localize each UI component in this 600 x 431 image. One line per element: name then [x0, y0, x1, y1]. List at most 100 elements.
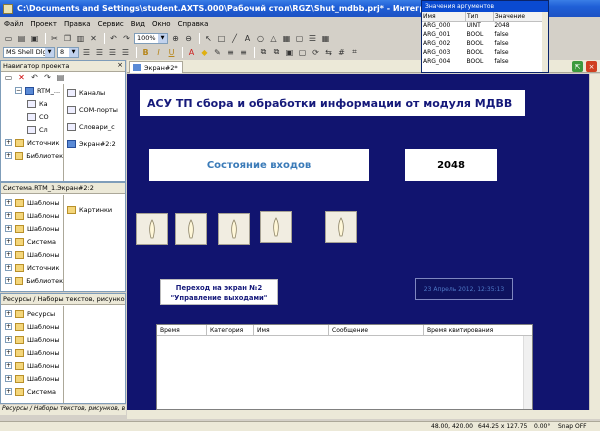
table-row[interactable]: ARG_003 BOOL false — [422, 48, 543, 57]
expand-icon[interactable]: + — [5, 277, 12, 284]
delete-icon[interactable]: ✕ — [16, 72, 27, 83]
justify-icon[interactable]: ☰ — [120, 47, 131, 58]
tree-item[interactable]: + Шаблоны — [1, 333, 63, 346]
ellipse-icon[interactable]: ○ — [255, 33, 266, 44]
tree-item[interactable]: Сл — [1, 123, 63, 136]
menu-file[interactable]: Файл — [4, 20, 23, 28]
bring-front-icon[interactable]: ⧉ — [258, 47, 269, 58]
column-header[interactable]: Время — [157, 325, 207, 335]
align-center-icon[interactable]: ☰ — [94, 47, 105, 58]
font-size-select[interactable]: 8 ▼ — [57, 46, 79, 58]
line-style-icon[interactable]: ≡ — [225, 47, 236, 58]
alarm-table[interactable]: Время Категория Имя Сообщение Время квит… — [156, 324, 533, 410]
tree-item[interactable]: + Шаблоны — [1, 209, 63, 222]
input-lamp-3[interactable] — [218, 213, 250, 245]
expand-icon[interactable]: + — [5, 310, 12, 317]
close-icon[interactable]: × — [117, 61, 123, 69]
expand-icon[interactable]: + — [5, 225, 12, 232]
close-icon[interactable]: × — [586, 61, 597, 72]
rotate-icon[interactable]: ⟳ — [310, 47, 321, 58]
image-icon[interactable]: ▦ — [281, 33, 292, 44]
screen-canvas[interactable]: АСУ ТП сбора и обработки информации от м… — [127, 74, 589, 410]
line-icon[interactable]: ╱ — [229, 33, 240, 44]
expand-icon[interactable]: + — [5, 238, 12, 245]
save-icon[interactable]: ▣ — [29, 33, 40, 44]
expand-icon[interactable]: + — [5, 139, 12, 146]
list-item[interactable]: Каналы — [64, 84, 125, 101]
button-icon[interactable]: ▢ — [294, 33, 305, 44]
tree-item[interactable]: + Шаблоны — [1, 196, 63, 209]
tree-item[interactable]: + Шаблоны — [1, 222, 63, 235]
line-width-icon[interactable]: ≡ — [238, 47, 249, 58]
undo-icon[interactable]: ↶ — [108, 33, 119, 44]
expand-icon[interactable]: + — [5, 152, 12, 159]
ungroup-icon[interactable]: ▢ — [297, 47, 308, 58]
expand-icon[interactable]: + — [5, 199, 12, 206]
properties-icon[interactable]: ▤ — [55, 72, 66, 83]
align-left-icon[interactable]: ☰ — [81, 47, 92, 58]
column-header[interactable]: Имя — [422, 12, 466, 22]
tree-item[interactable]: CO — [1, 110, 63, 123]
tab-screen-2[interactable]: Экран#2* — [129, 61, 183, 73]
table-icon[interactable]: ▦ — [320, 33, 331, 44]
italic-icon[interactable]: I — [153, 47, 164, 58]
polygon-icon[interactable]: △ — [268, 33, 279, 44]
new-icon[interactable]: ▭ — [3, 33, 14, 44]
table-row[interactable]: ARG_001 BOOL false — [422, 30, 543, 39]
bold-icon[interactable]: B — [140, 47, 151, 58]
list-item[interactable]: Экран#2:2 — [64, 135, 125, 152]
table-row[interactable]: ARG_002 BOOL false — [422, 39, 543, 48]
menu-view[interactable]: Вид — [131, 20, 145, 28]
tree-item[interactable]: + Система — [1, 235, 63, 248]
line-color-icon[interactable]: ✎ — [212, 47, 223, 58]
table-row[interactable]: ARG_000 UINT 2048 — [422, 21, 543, 30]
open-icon[interactable]: ▤ — [16, 33, 27, 44]
tree-item[interactable]: + Система — [1, 385, 63, 398]
flip-icon[interactable]: ⇆ — [323, 47, 334, 58]
tree-item[interactable]: Ка — [1, 97, 63, 110]
tree-item[interactable]: + Шаблоны — [1, 320, 63, 333]
goto-screen-2-button[interactable]: Переход на экран №2 "Управление выходами… — [160, 279, 278, 305]
redo-icon[interactable]: ↷ — [121, 33, 132, 44]
rect-icon[interactable]: □ — [216, 33, 227, 44]
menu-edit[interactable]: Правка — [64, 20, 91, 28]
column-header[interactable]: Тип — [465, 12, 494, 22]
input-lamp-5[interactable] — [325, 211, 357, 243]
group-icon[interactable]: ▣ — [284, 47, 295, 58]
tree-item[interactable]: + Библиотек — [1, 274, 63, 287]
delete-icon[interactable]: ✕ — [88, 33, 99, 44]
zoom-out-icon[interactable]: ⊖ — [183, 33, 194, 44]
text-color-icon[interactable]: A — [186, 47, 197, 58]
expand-icon[interactable]: + — [5, 375, 12, 382]
tree-item[interactable]: + Источник — [1, 136, 63, 149]
alarm-scrollbar[interactable] — [523, 336, 532, 409]
input-lamp-1[interactable] — [136, 213, 168, 245]
align-right-icon[interactable]: ☰ — [107, 47, 118, 58]
expand-icon[interactable]: + — [5, 264, 12, 271]
column-header[interactable]: Значение — [493, 12, 544, 22]
canvas-horizontal-scrollbar[interactable] — [127, 410, 600, 419]
table-row[interactable]: ARG_004 BOOL false — [422, 57, 543, 66]
expand-icon[interactable]: + — [5, 388, 12, 395]
undo-icon[interactable]: ↶ — [29, 72, 40, 83]
tree-item[interactable]: + Шаблоны — [1, 359, 63, 372]
tree-item[interactable]: − RTM_... — [1, 84, 63, 97]
args-scrollbar[interactable] — [542, 12, 548, 72]
input-lamp-4[interactable] — [260, 211, 292, 243]
font-select[interactable]: MS Shell Dlg ▼ — [3, 46, 55, 58]
paste-icon[interactable]: ▥ — [75, 33, 86, 44]
menu-project[interactable]: Проект — [30, 20, 57, 28]
pointer-icon[interactable]: ↖ — [203, 33, 214, 44]
menu-window[interactable]: Окно — [152, 20, 171, 28]
menu-service[interactable]: Сервис — [98, 20, 124, 28]
zoom-select[interactable]: 100% ▼ — [134, 32, 168, 44]
tree-item[interactable]: + Шаблоны — [1, 346, 63, 359]
expand-icon[interactable]: + — [5, 323, 12, 330]
restore-icon[interactable]: ⇱ — [572, 61, 583, 72]
text-icon[interactable]: A — [242, 33, 253, 44]
input-lamp-2[interactable] — [175, 213, 207, 245]
redo-icon[interactable]: ↷ — [42, 72, 53, 83]
expand-icon[interactable]: + — [5, 336, 12, 343]
expand-icon[interactable]: + — [5, 349, 12, 356]
tree-item[interactable]: + Ресурсы — [1, 307, 63, 320]
